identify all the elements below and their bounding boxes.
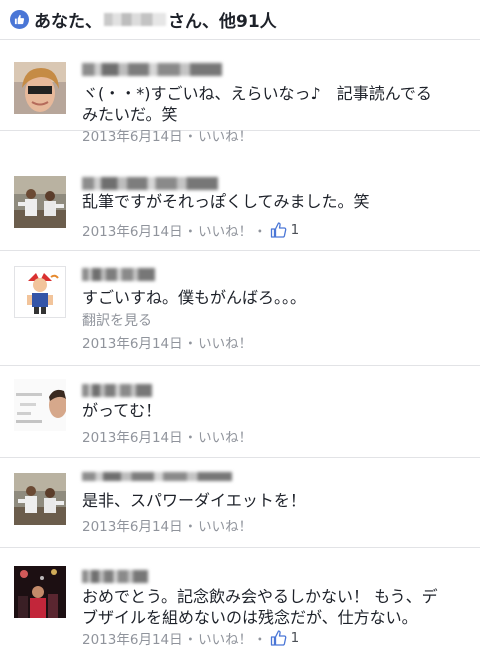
comment-meta: 2013年6月14日 ・ いいね！ ・ 1 (82, 628, 300, 648)
like-link[interactable]: いいね！ (198, 426, 252, 446)
commenter-name[interactable] (82, 268, 155, 281)
comment-text: がってむ！ (82, 401, 162, 420)
like-link[interactable]: いいね！ (198, 332, 252, 352)
comment-date: 2013年6月14日 (82, 632, 183, 648)
see-translation-link[interactable]: 翻訳を見る (82, 310, 152, 330)
commenter-name[interactable] (82, 63, 222, 76)
likes-summary-bar[interactable]: あなた、 さん、他91人 (0, 0, 480, 40)
likes-summary-text: あなた、 さん、他91人 (34, 7, 277, 32)
comment-text: 乱筆ですがそれっぽくしてみました。笑 (82, 192, 370, 211)
commenter-name[interactable] (82, 570, 148, 583)
comment-meta: 2013年6月14日 ・ いいね！ ・ 1 (82, 220, 300, 240)
commenter-name[interactable] (82, 177, 218, 190)
comment-date: 2013年6月14日 (82, 430, 183, 446)
comment-meta: 2013年6月14日 ・ いいね！ (82, 515, 252, 535)
comment-text: ヾ(・・*)すごいね、えらいなっ♪ 記事読んでる みたいだ。笑 (82, 84, 432, 124)
avatar[interactable] (14, 176, 66, 228)
comment-item: 是非、スパワーダイエットを！ 2013年6月14日 ・ いいね！ (0, 459, 480, 548)
like-count: 1 (290, 222, 300, 238)
likes-prefix: あなた、 (34, 12, 102, 32)
likes-suffix: さん、他91人 (168, 12, 277, 32)
comment-item: すごいすね。僕もがんばろ。。。 翻訳を見る 2013年6月14日 ・ いいね！ (0, 252, 480, 366)
thumbs-up-icon (10, 10, 29, 29)
comment-date: 2013年6月14日 (82, 224, 183, 240)
like-link[interactable]: いいね！ (198, 515, 252, 535)
commenter-name[interactable] (82, 472, 232, 481)
comment-item: おめでとう。記念飲み会やるしかない！ もう、デ ブザイルを組めないのは残念だが、… (0, 549, 480, 648)
avatar[interactable] (14, 62, 66, 114)
like-count: 1 (290, 630, 300, 646)
like-link[interactable]: いいね！ (198, 220, 252, 240)
commenter-name[interactable] (82, 384, 152, 397)
like-link[interactable]: いいね！ (198, 628, 252, 648)
blurred-name (104, 13, 166, 26)
comment-date: 2013年6月14日 (82, 519, 183, 535)
avatar[interactable] (14, 566, 66, 618)
thumbs-up-icon (270, 630, 287, 646)
comment-text: すごいすね。僕もがんばろ。。。 (82, 288, 307, 307)
comment-meta: 2013年6月14日 ・ いいね！ (82, 332, 252, 352)
comment-text: おめでとう。記念飲み会やるしかない！ もう、デ ブザイルを組めないのは残念だが、… (82, 587, 438, 627)
avatar[interactable] (14, 473, 66, 525)
avatar[interactable] (14, 379, 66, 431)
comment-item: ヾ(・・*)すごいね、えらいなっ♪ 記事読んでる みたいだ。笑 2013年6月1… (0, 41, 480, 145)
comment-date: 2013年6月14日 (82, 336, 183, 352)
comment-item: がってむ！ 2013年6月14日 ・ いいね！ (0, 367, 480, 458)
comment-item: 乱筆ですがそれっぽくしてみました。笑 2013年6月14日 ・ いいね！ ・ 1 (0, 132, 480, 251)
comment-text: 是非、スパワーダイエットを！ (82, 491, 306, 510)
comment-meta: 2013年6月14日 ・ いいね！ (82, 426, 252, 446)
avatar[interactable] (14, 266, 66, 318)
thumbs-up-icon (270, 222, 287, 238)
